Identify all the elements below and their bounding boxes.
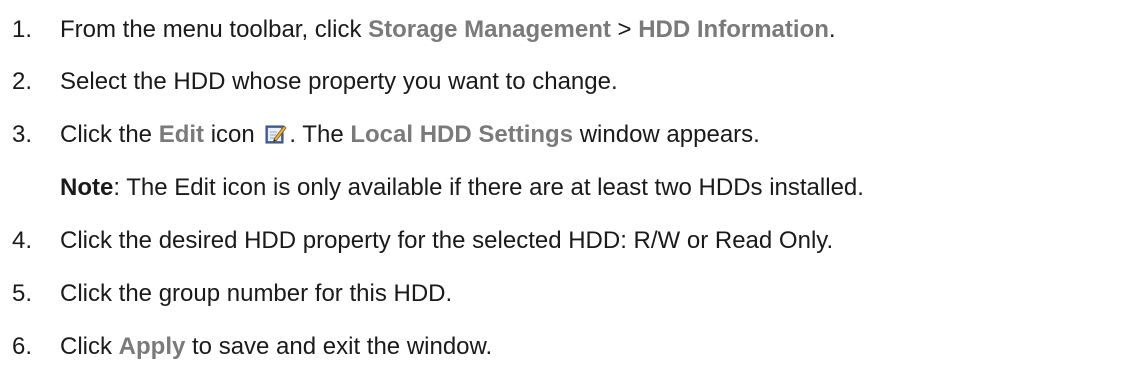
note-text: Note: The Edit icon is only available if… <box>60 168 864 208</box>
step-text-segment: Click the <box>60 121 159 148</box>
step-text: Click the group number for this HDD. <box>60 280 453 307</box>
step-number: 2. <box>12 68 33 95</box>
step-number: 1. <box>12 16 33 43</box>
apply-term: Apply <box>118 333 186 360</box>
step-text-segment: > <box>610 16 639 43</box>
step-text-segment: From the menu toolbar, click <box>60 16 369 43</box>
step-number: 6. <box>12 333 33 360</box>
local-hdd-settings-term: Local HDD Settings <box>350 121 574 148</box>
step-text-segment: Click <box>60 333 119 360</box>
step-text-segment: . The <box>289 121 351 148</box>
edit-icon <box>265 118 287 144</box>
menu-hdd-information: HDD Information <box>638 16 829 43</box>
step-text-segment: to save and exit the window. <box>185 333 493 360</box>
step-text: Click Apply to save and exit the window. <box>60 327 492 367</box>
menu-storage-management: Storage Management <box>368 16 611 43</box>
step-text-segment: icon <box>204 121 262 148</box>
instruction-list: 1. From the menu toolbar, click Storage … <box>0 0 1133 381</box>
step-text-segment: . <box>828 16 836 43</box>
step-number: 4. <box>12 227 33 254</box>
step-text: Select the HDD whose property you want t… <box>60 68 618 95</box>
step-number: 3. <box>12 121 33 148</box>
step-text: Click the desired HDD property for the s… <box>60 227 834 254</box>
step-number: 5. <box>12 280 33 307</box>
note-label: Note <box>60 174 114 201</box>
edit-term: Edit <box>158 121 205 148</box>
step-text: Click the Edit icon . The Local HDD Sett… <box>60 115 760 155</box>
step-text: From the menu toolbar, click Storage Man… <box>60 10 836 50</box>
note-body: : The Edit icon is only available if the… <box>113 174 864 201</box>
step-text-segment: window appears. <box>573 121 760 148</box>
